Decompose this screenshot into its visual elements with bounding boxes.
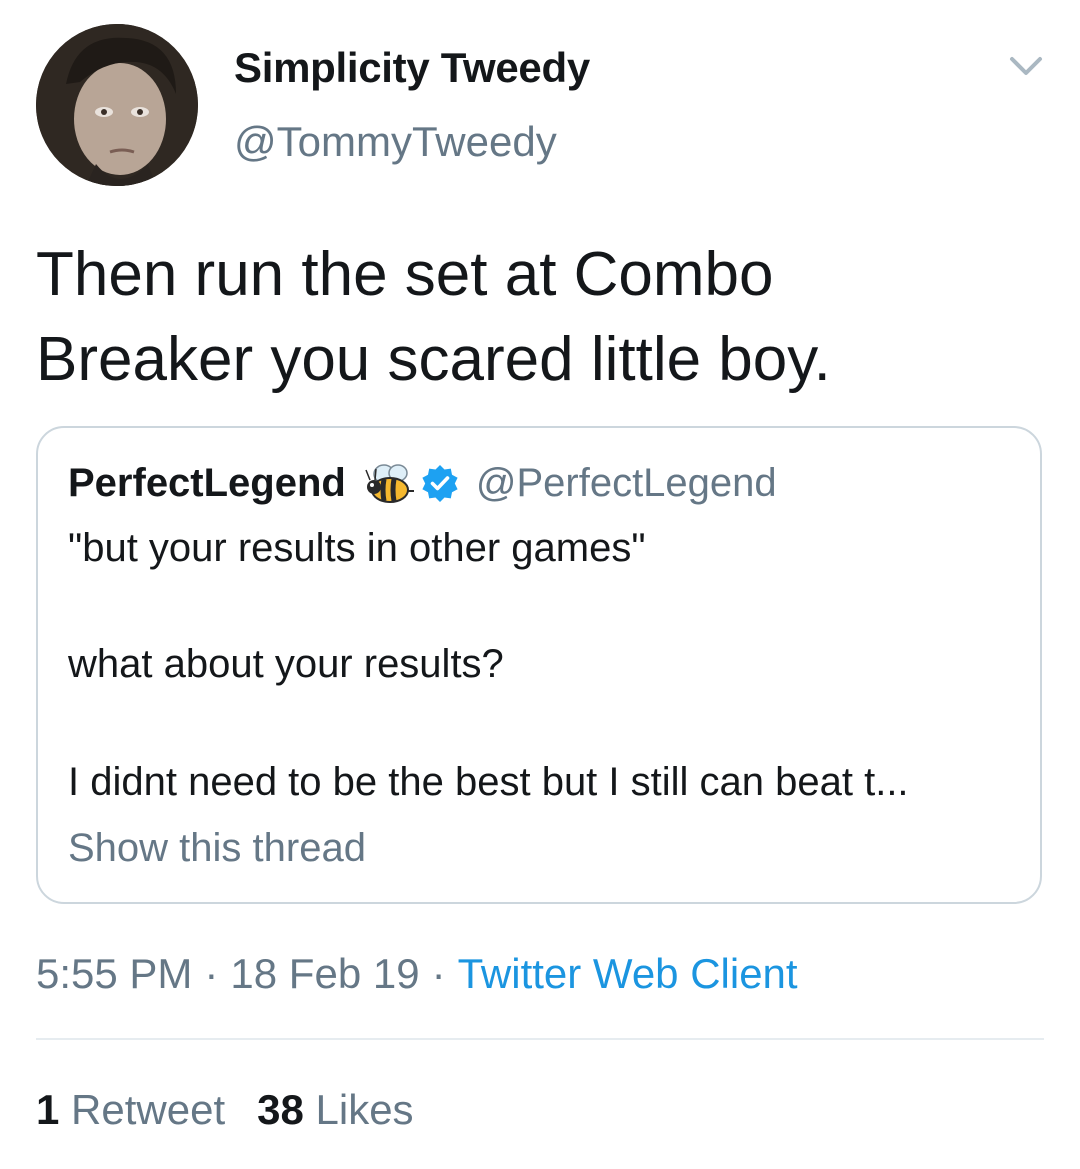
quoted-text-line: "but your results in other games"	[68, 526, 646, 570]
likes-count: 38	[257, 1086, 304, 1133]
quoted-display-name[interactable]: PerfectLegend	[68, 461, 346, 506]
tweet-time[interactable]: 5:55 PM	[36, 950, 192, 997]
avatar[interactable]	[36, 24, 198, 186]
quoted-tweet-header: PerfectLegend @PerfectLegend	[68, 460, 777, 506]
tweet-date[interactable]: 18 Feb 19	[230, 950, 419, 997]
likes-stat[interactable]: 38 Likes	[257, 1086, 413, 1133]
show-thread-link[interactable]: Show this thread	[68, 826, 366, 871]
divider	[36, 1038, 1044, 1040]
quoted-text-line: I didnt need to be the best but I still …	[68, 760, 909, 804]
client-link[interactable]: Twitter Web Client	[458, 950, 798, 997]
author-display-name[interactable]: Simplicity Tweedy	[234, 44, 590, 92]
author-handle[interactable]: @TommyTweedy	[234, 118, 557, 166]
chevron-down-icon[interactable]	[1008, 54, 1044, 80]
separator-dot: ·	[204, 950, 219, 997]
retweets-stat[interactable]: 1 Retweet	[36, 1086, 225, 1133]
tweet-text-line: Then run the set at Combo	[36, 240, 774, 309]
retweets-label: Retweet	[71, 1086, 226, 1133]
quoted-handle[interactable]: @PerfectLegend	[476, 461, 777, 506]
retweets-count: 1	[36, 1086, 60, 1133]
tweet-metadata: 5:55 PM · 18 Feb 19 · Twitter Web Client	[36, 950, 798, 998]
likes-label: Likes	[315, 1086, 414, 1133]
quoted-text-line: what about your results?	[68, 642, 504, 686]
quoted-tweet-card[interactable]: PerfectLegend @PerfectLegend "but your r…	[36, 426, 1042, 904]
tweet-text-line: Breaker you scared little boy.	[36, 325, 831, 394]
tweet-text: Then run the set at Combo Breaker you sc…	[36, 232, 1046, 402]
verified-badge-icon	[420, 463, 460, 503]
avatar-photo	[36, 24, 198, 186]
engagement-stats: 1 Retweet 38 Likes	[36, 1086, 414, 1134]
separator-dot: ·	[431, 950, 446, 997]
bee-emoji-icon	[362, 460, 418, 506]
